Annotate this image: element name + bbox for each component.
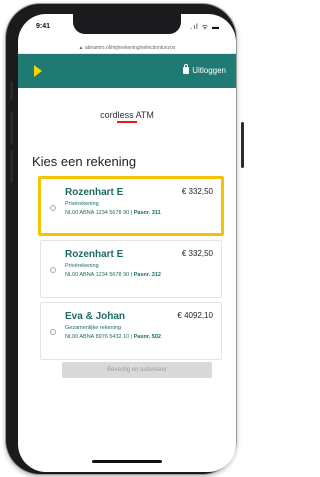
iban-number: NL00 ABNA 1234 5678 90 | [65, 272, 134, 278]
account-type: Gezamenlijke rekening [65, 325, 121, 331]
radio-button[interactable] [50, 329, 56, 335]
signal-wifi-battery-icon: .ıl ᯤ ▬ [190, 24, 220, 31]
brand-name: cordless ATM [100, 110, 154, 120]
account-iban: NL00 ABNA 1234 5678 90 | Pasnr. 312 [65, 272, 161, 278]
pass-number: Pasnr. 502 [133, 334, 161, 340]
account-iban: NL00 ABNA 1234 5678 90 | Pasnr. 311 [65, 210, 161, 216]
logout-button[interactable]: Uitloggen [183, 64, 226, 75]
power-button [241, 122, 244, 168]
logout-label: Uitloggen [192, 66, 226, 75]
account-balance: € 332,50 [181, 187, 213, 196]
phone-frame: 9:41 .ıl ᯤ ▬ ▲ abnamro.nl/mijnrekening/s… [6, 4, 244, 474]
home-indicator [92, 460, 162, 463]
account-name: Eva & Johan [65, 311, 126, 322]
account-type: Privérekening [65, 263, 99, 269]
mute-switch [10, 82, 13, 100]
volume-up-button [10, 112, 13, 144]
account-card-rozenhart-311[interactable]: Rozenhart E € 332,50 Privérekening NL00 … [38, 176, 224, 236]
volume-down-button [10, 150, 13, 182]
confirm-button[interactable]: Bevestig en autoriseer [62, 362, 212, 378]
radio-button[interactable] [50, 205, 56, 211]
lock-icon [183, 64, 190, 74]
account-balance: € 332,50 [181, 249, 213, 258]
app-header: Uitloggen [18, 54, 236, 88]
account-name: Rozenhart E [65, 249, 124, 260]
radio-button[interactable] [50, 267, 56, 273]
browser-url-bar[interactable]: ▲ abnamro.nl/mijnrekening/selectiontuvzo… [18, 42, 236, 54]
account-balance: € 4092,10 [177, 311, 213, 320]
abn-amro-logo-icon [34, 65, 42, 77]
account-type: Privérekening [65, 201, 99, 207]
account-card-eva-johan[interactable]: Eva & Johan € 4092,10 Gezamenlijke reken… [40, 302, 222, 360]
phone-screen: 9:41 .ıl ᯤ ▬ ▲ abnamro.nl/mijnrekening/s… [18, 14, 236, 472]
account-card-rozenhart-312[interactable]: Rozenhart E € 332,50 Privérekening NL00 … [40, 240, 222, 298]
brand-underline [117, 121, 137, 123]
pass-number: Pasnr. 312 [133, 272, 161, 278]
status-time: 9:41 [36, 23, 51, 30]
notch [73, 14, 181, 34]
iban-number: NL00 ABNA 1234 5678 90 | [65, 210, 134, 216]
account-iban: NL00 ABNA 8976 5432 10 | Pasnr. 502 [65, 334, 161, 340]
pass-number: Pasnr. 311 [133, 210, 161, 216]
iban-number: NL00 ABNA 8976 5432 10 | [65, 334, 134, 340]
page-title: Kies een rekening [32, 154, 137, 169]
account-name: Rozenhart E [65, 187, 124, 198]
brand-logo: cordless ATM [18, 110, 236, 123]
